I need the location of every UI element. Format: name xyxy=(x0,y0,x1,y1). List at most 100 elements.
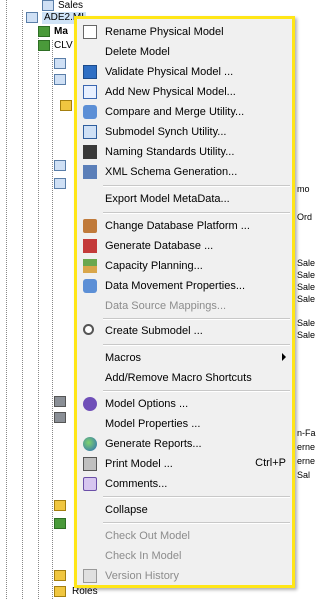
xml-icon xyxy=(83,165,97,179)
menu-item-label: Comments... xyxy=(105,478,168,490)
print-icon xyxy=(83,457,97,471)
tree-guide-line xyxy=(52,40,53,599)
table-icon xyxy=(54,74,66,85)
menu-item-label: Model Options ... xyxy=(105,398,189,410)
menu-item-label: XML Schema Generation... xyxy=(105,166,238,178)
menu-item-add-new-physical-model[interactable]: Add New Physical Model... xyxy=(77,82,292,102)
database-icon xyxy=(54,412,66,423)
capacity-icon xyxy=(83,259,97,273)
tree-node-child[interactable]: Ma xyxy=(54,26,68,38)
menu-item-label: Print Model ... xyxy=(105,458,173,470)
menu-item-validate-physical-model[interactable]: Validate Physical Model ... xyxy=(77,62,292,82)
generate-db-icon xyxy=(83,239,97,253)
create-submodel-icon xyxy=(83,324,94,335)
compare-icon xyxy=(83,105,97,119)
menu-item-label: Collapse xyxy=(105,504,148,516)
menu-item-label: Delete Model xyxy=(105,46,170,58)
menu-separator xyxy=(103,212,290,214)
menu-item-label: Create Submodel ... xyxy=(105,325,203,337)
model-node-icon[interactable] xyxy=(42,0,54,11)
obscured-tree-text: Sale xyxy=(297,270,316,280)
user-icon xyxy=(54,570,66,581)
menu-separator xyxy=(103,496,290,498)
add-model-icon xyxy=(83,85,97,99)
data-movement-icon xyxy=(83,279,97,293)
menu-item-export-model-metadata[interactable]: Export Model MetaData... xyxy=(77,189,292,209)
menu-item-label: Naming Standards Utility... xyxy=(105,146,235,158)
obscured-tree-text: Sale xyxy=(297,318,316,328)
menu-separator xyxy=(103,522,290,524)
menu-item-label: Model Properties ... xyxy=(105,418,201,430)
menu-item-label: Check Out Model xyxy=(105,530,190,542)
menu-item-model-properties[interactable]: Model Properties ... xyxy=(77,414,292,434)
menu-item-macros[interactable]: Macros xyxy=(77,348,292,368)
options-icon xyxy=(83,397,97,411)
menu-item-data-movement-properties[interactable]: Data Movement Properties... xyxy=(77,276,292,296)
menu-item-label: Check In Model xyxy=(105,550,182,562)
menu-item-label: Export Model MetaData... xyxy=(105,193,230,205)
comments-icon xyxy=(83,477,97,491)
validate-icon xyxy=(83,65,97,79)
menu-item-generate-reports[interactable]: Generate Reports... xyxy=(77,434,292,454)
menu-item-label: Version History xyxy=(105,570,179,582)
table-icon xyxy=(54,160,66,171)
menu-separator xyxy=(103,390,290,392)
menu-item-xml-schema-generation[interactable]: XML Schema Generation... xyxy=(77,162,292,182)
menu-item-label: Macros xyxy=(105,352,142,364)
context-menu: Rename Physical Model Delete Model Valid… xyxy=(74,16,295,588)
tree-node-child[interactable]: CLV xyxy=(54,40,73,52)
menu-item-compare-and-merge[interactable]: Compare and Merge Utility... xyxy=(77,102,292,122)
menu-item-generate-database[interactable]: Generate Database ... xyxy=(77,236,292,256)
obscured-tree-text: Ord xyxy=(297,212,313,222)
menu-separator xyxy=(103,344,290,346)
menu-item-label: Generate Database ... xyxy=(105,240,214,252)
model-node-icon[interactable] xyxy=(26,12,38,23)
menu-item-label: Validate Physical Model ... xyxy=(105,66,234,78)
menu-item-label: Compare and Merge Utility... xyxy=(105,106,245,118)
menu-item-delete-model[interactable]: Delete Model xyxy=(77,42,292,62)
roles-icon xyxy=(54,586,66,597)
obscured-tree-text: Sale xyxy=(297,330,316,340)
submenu-arrow-icon xyxy=(282,353,286,361)
tree-guide-line xyxy=(6,0,7,599)
reports-icon xyxy=(83,437,97,451)
obscured-tree-text: n-Fa xyxy=(297,428,316,438)
menu-item-label: Generate Reports... xyxy=(105,438,202,450)
folder-icon xyxy=(38,26,50,37)
version-icon xyxy=(83,569,97,583)
menu-item-rename-physical-model[interactable]: Rename Physical Model xyxy=(77,22,292,42)
menu-item-change-database-platform[interactable]: Change Database Platform ... xyxy=(77,216,292,236)
menu-item-label: Rename Physical Model xyxy=(105,26,224,38)
menu-item-comments[interactable]: Comments... xyxy=(77,474,292,494)
menu-item-label: Data Movement Properties... xyxy=(105,280,246,292)
menu-item-label: Submodel Synch Utility... xyxy=(105,126,227,138)
tree-guide-line xyxy=(22,10,23,599)
menu-item-collapse[interactable]: Collapse xyxy=(77,500,292,520)
key-icon xyxy=(60,100,72,111)
menu-item-model-options[interactable]: Model Options ... xyxy=(77,394,292,414)
menu-separator xyxy=(103,185,290,187)
naming-standards-icon xyxy=(83,145,97,159)
platform-icon xyxy=(83,219,97,233)
function-icon xyxy=(54,500,66,511)
menu-item-capacity-planning[interactable]: Capacity Planning... xyxy=(77,256,292,276)
tree-node-sales[interactable]: Sales xyxy=(58,0,83,12)
menu-item-label: Capacity Planning... xyxy=(105,260,203,272)
shortcut-text: Ctrl+P xyxy=(255,457,286,469)
menu-item-label: Add/Remove Macro Shortcuts xyxy=(105,372,252,384)
menu-item-print-model[interactable]: Print Model ... Ctrl+P xyxy=(77,454,292,474)
menu-item-check-out-model[interactable]: Check Out Model xyxy=(77,526,292,546)
obscured-tree-text: erne xyxy=(297,442,316,452)
menu-item-label: Add New Physical Model... xyxy=(105,86,236,98)
folder-icon xyxy=(38,40,50,51)
menu-item-add-remove-macro-shortcuts[interactable]: Add/Remove Macro Shortcuts xyxy=(77,368,292,388)
menu-item-submodel-synch[interactable]: Submodel Synch Utility... xyxy=(77,122,292,142)
menu-item-data-source-mappings[interactable]: Data Source Mappings... xyxy=(77,296,292,316)
menu-item-version-history[interactable]: Version History xyxy=(77,566,292,586)
menu-separator xyxy=(103,318,290,320)
database-icon xyxy=(54,396,66,407)
menu-item-create-submodel[interactable]: Create Submodel ... xyxy=(77,321,292,341)
menu-item-check-in-model[interactable]: Check In Model xyxy=(77,546,292,566)
obscured-tree-text: erne xyxy=(297,456,316,466)
menu-item-naming-standards[interactable]: Naming Standards Utility... xyxy=(77,142,292,162)
